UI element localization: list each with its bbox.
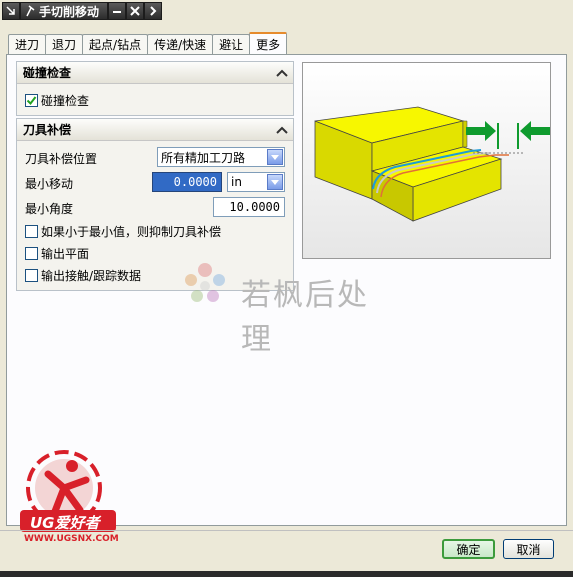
min-move-unit-select[interactable]: in xyxy=(227,172,285,192)
ok-button[interactable]: 确定 xyxy=(442,539,495,559)
min-move-label: 最小移动 xyxy=(25,177,74,191)
collision-check-group: 碰撞检查 碰撞检查 xyxy=(16,61,294,116)
tab-approach[interactable]: 进刀 xyxy=(8,34,47,54)
pin-icon xyxy=(26,5,35,17)
output-contact-row[interactable]: 输出接触/跟踪数据 xyxy=(25,267,141,284)
tab-start-drill-point[interactable]: 起点/钻点 xyxy=(82,34,149,54)
output-plane-label: 输出平面 xyxy=(41,247,90,261)
cancel-button[interactable]: 取消 xyxy=(503,539,554,559)
collision-check-row[interactable]: 碰撞检查 xyxy=(25,92,89,109)
illustration-panel xyxy=(302,62,551,259)
close-icon xyxy=(130,6,140,16)
group-title: 刀具补偿 xyxy=(23,123,72,137)
footer-divider xyxy=(0,530,573,531)
comp-position-select[interactable]: 所有精加工刀路 xyxy=(157,147,285,167)
output-plane-checkbox[interactable] xyxy=(25,247,38,260)
title-bar: 手切削移动 xyxy=(0,0,573,22)
logo-url: WWW.UGSNX.COM xyxy=(24,534,119,544)
minimize-button[interactable] xyxy=(108,2,127,20)
output-contact-label: 输出接触/跟踪数据 xyxy=(41,269,142,283)
output-plane-row[interactable]: 输出平面 xyxy=(25,245,89,262)
comp-position-value: 所有精加工刀路 xyxy=(161,150,246,165)
ug-fan-logo: UG爱好者 WWW.UGSNX.COM xyxy=(6,450,130,550)
suppress-comp-row[interactable]: 如果小于最小值，则抑制刀具补偿 xyxy=(25,223,221,240)
collision-check-header[interactable]: 碰撞检查 xyxy=(17,62,293,84)
suppress-comp-checkbox[interactable] xyxy=(25,225,38,238)
tool-compensation-header[interactable]: 刀具补偿 xyxy=(17,119,293,141)
chevron-down-icon[interactable] xyxy=(267,174,283,190)
min-angle-input[interactable]: 10.0000 xyxy=(213,197,285,217)
min-move-input[interactable]: 0.0000 xyxy=(152,172,222,192)
close-button[interactable] xyxy=(126,2,145,20)
title-button-group: 手切削移动 xyxy=(2,2,163,20)
suppress-comp-label: 如果小于最小值，则抑制刀具补偿 xyxy=(41,225,222,239)
collision-check-checkbox[interactable] xyxy=(25,94,38,107)
chevron-down-icon[interactable] xyxy=(267,149,283,165)
tab-transfer-rapid[interactable]: 传递/快速 xyxy=(147,34,214,54)
window-bottom-frame xyxy=(0,571,573,577)
tab-strip: 进刀 退刀 起点/钻点 传递/快速 避让 更多 xyxy=(8,32,288,54)
watermark-logo-icon xyxy=(185,263,225,302)
output-contact-checkbox[interactable] xyxy=(25,269,38,282)
chevron-right-icon xyxy=(150,6,157,16)
comp-position-label: 刀具补偿位置 xyxy=(25,152,98,166)
watermark-text: 若枫后处理 xyxy=(241,278,369,357)
window-title: 手切削移动 xyxy=(20,2,109,20)
group-title: 碰撞检查 xyxy=(23,66,72,80)
tab-avoidance[interactable]: 避让 xyxy=(212,34,251,54)
collision-check-label: 碰撞检查 xyxy=(41,94,90,108)
collapse-icon[interactable] xyxy=(273,64,291,82)
stepped-block-illustration xyxy=(303,63,550,258)
tab-retract[interactable]: 退刀 xyxy=(45,34,84,54)
min-angle-label: 最小角度 xyxy=(25,202,74,216)
min-move-unit-value: in xyxy=(231,175,242,189)
next-arrow-button[interactable] xyxy=(144,2,163,20)
checkmark-icon xyxy=(26,96,37,106)
collapse-arrow-icon[interactable] xyxy=(2,2,20,20)
tab-more[interactable]: 更多 xyxy=(249,32,288,54)
collapse-icon[interactable] xyxy=(273,121,291,139)
window-title-text: 手切削移动 xyxy=(39,4,100,19)
watermark: 若枫后处理 xyxy=(177,258,397,357)
